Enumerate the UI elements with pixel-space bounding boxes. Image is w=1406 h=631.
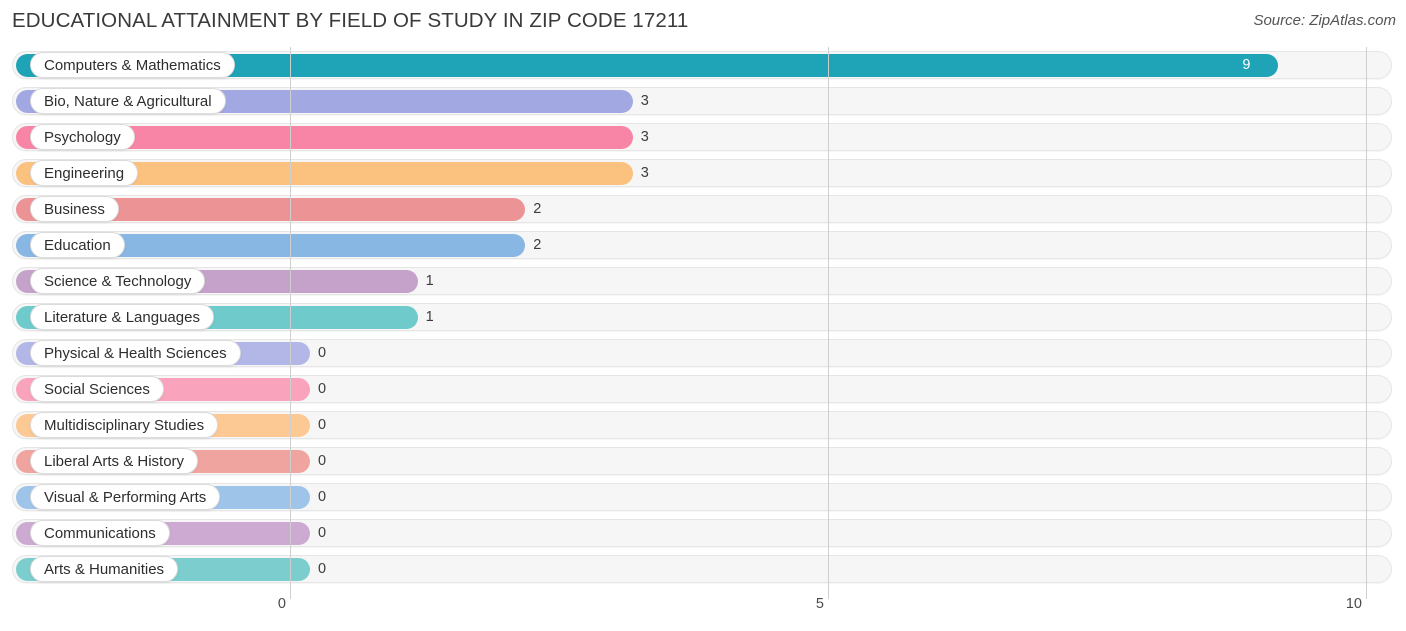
bar-value-label: 0 [318, 489, 327, 505]
category-label-pill: Communications [30, 520, 170, 546]
category-label-pill: Business [30, 196, 119, 222]
category-label-pill: Psychology [30, 124, 135, 150]
bar-value-label: 3 [640, 93, 649, 109]
category-label-text: Literature & Languages [44, 308, 200, 326]
category-label-pill: Computers & Mathematics [30, 52, 235, 78]
bar-value-label: 0 [318, 381, 327, 397]
table-row[interactable]: Social Sciences 0 [0, 371, 1406, 407]
category-label-text: Physical & Health Sciences [44, 344, 227, 362]
category-label-pill: Bio, Nature & Agricultural [30, 88, 226, 114]
category-label-text: Computers & Mathematics [44, 56, 221, 74]
bar-value-label: 0 [318, 561, 327, 577]
x-tick-10: 10 [1345, 596, 1362, 612]
table-row[interactable]: Engineering 3 [0, 155, 1406, 191]
category-label-text: Arts & Humanities [44, 560, 165, 578]
bar-value-label: 0 [318, 345, 327, 361]
table-row[interactable]: Psychology 3 [0, 119, 1406, 155]
bar-value-label: 0 [318, 525, 327, 541]
category-label-text: Education [44, 236, 111, 254]
category-label-text: Engineering [44, 164, 125, 182]
table-row[interactable]: Education 2 [0, 227, 1406, 263]
bar-value-label: 3 [640, 129, 649, 145]
table-row[interactable]: Liberal Arts & History 0 [0, 443, 1406, 479]
table-row[interactable]: Computers & Mathematics 9 [0, 47, 1406, 83]
table-row[interactable]: Communications 0 [0, 515, 1406, 551]
bar-value-label: 2 [533, 237, 542, 253]
category-label-text: Communications [44, 524, 156, 542]
category-label-pill: Social Sciences [30, 376, 164, 402]
page-title: EDUCATIONAL ATTAINMENT BY FIELD OF STUDY… [12, 9, 689, 32]
category-label-text: Bio, Nature & Agricultural [44, 92, 212, 110]
table-row[interactable]: Bio, Nature & Agricultural 3 [0, 83, 1406, 119]
table-row[interactable]: Science & Technology 1 [0, 263, 1406, 299]
category-label-pill: Literature & Languages [30, 304, 214, 330]
category-label-pill: Engineering [30, 160, 139, 186]
table-row[interactable]: Arts & Humanities 0 [0, 551, 1406, 587]
table-row[interactable]: Physical & Health Sciences 0 [0, 335, 1406, 371]
category-label-pill: Visual & Performing Arts [30, 484, 221, 510]
category-label-text: Social Sciences [44, 380, 150, 398]
category-label-pill: Liberal Arts & History [30, 448, 199, 474]
category-label-text: Liberal Arts & History [44, 452, 185, 470]
category-label-pill: Science & Technology [30, 268, 206, 294]
category-label-pill: Physical & Health Sciences [30, 340, 241, 366]
table-row[interactable]: Business 2 [0, 191, 1406, 227]
category-label-text: Psychology [44, 128, 121, 146]
bar-value-label: 0 [318, 453, 327, 469]
bar-value-label: 3 [640, 165, 649, 181]
category-label-pill: Education [30, 232, 125, 258]
chart-plot-area: Computers & Mathematics 9 Bio, Nature & Ag… [0, 47, 1406, 599]
bar-value-label: 0 [318, 417, 327, 433]
bar-value-label: 1 [425, 309, 434, 325]
x-axis: 0 5 10 [0, 596, 1406, 622]
x-tick-5: 5 [815, 596, 824, 612]
category-label-pill: Multidisciplinary Studies [30, 412, 219, 438]
table-row[interactable]: Literature & Languages 1 [0, 299, 1406, 335]
category-label-text: Science & Technology [44, 272, 192, 290]
category-label-text: Multidisciplinary Studies [44, 416, 205, 434]
x-tick-0: 0 [277, 596, 286, 612]
category-label-pill: Arts & Humanities [30, 556, 179, 582]
bar-value-label: 1 [425, 273, 434, 289]
category-label-text: Business [44, 200, 105, 218]
table-row[interactable]: Visual & Performing Arts 0 [0, 479, 1406, 515]
table-row[interactable]: Multidisciplinary Studies 0 [0, 407, 1406, 443]
source-attribution: Source: ZipAtlas.com [1253, 12, 1396, 29]
category-label-text: Visual & Performing Arts [44, 488, 207, 506]
bar-rows: Computers & Mathematics 9 Bio, Nature & Ag… [0, 47, 1406, 587]
bar-value-label: 2 [533, 201, 542, 217]
bar-value-label: 9 [1242, 57, 1251, 73]
chart-header: EDUCATIONAL ATTAINMENT BY FIELD OF STUDY… [0, 0, 1406, 42]
